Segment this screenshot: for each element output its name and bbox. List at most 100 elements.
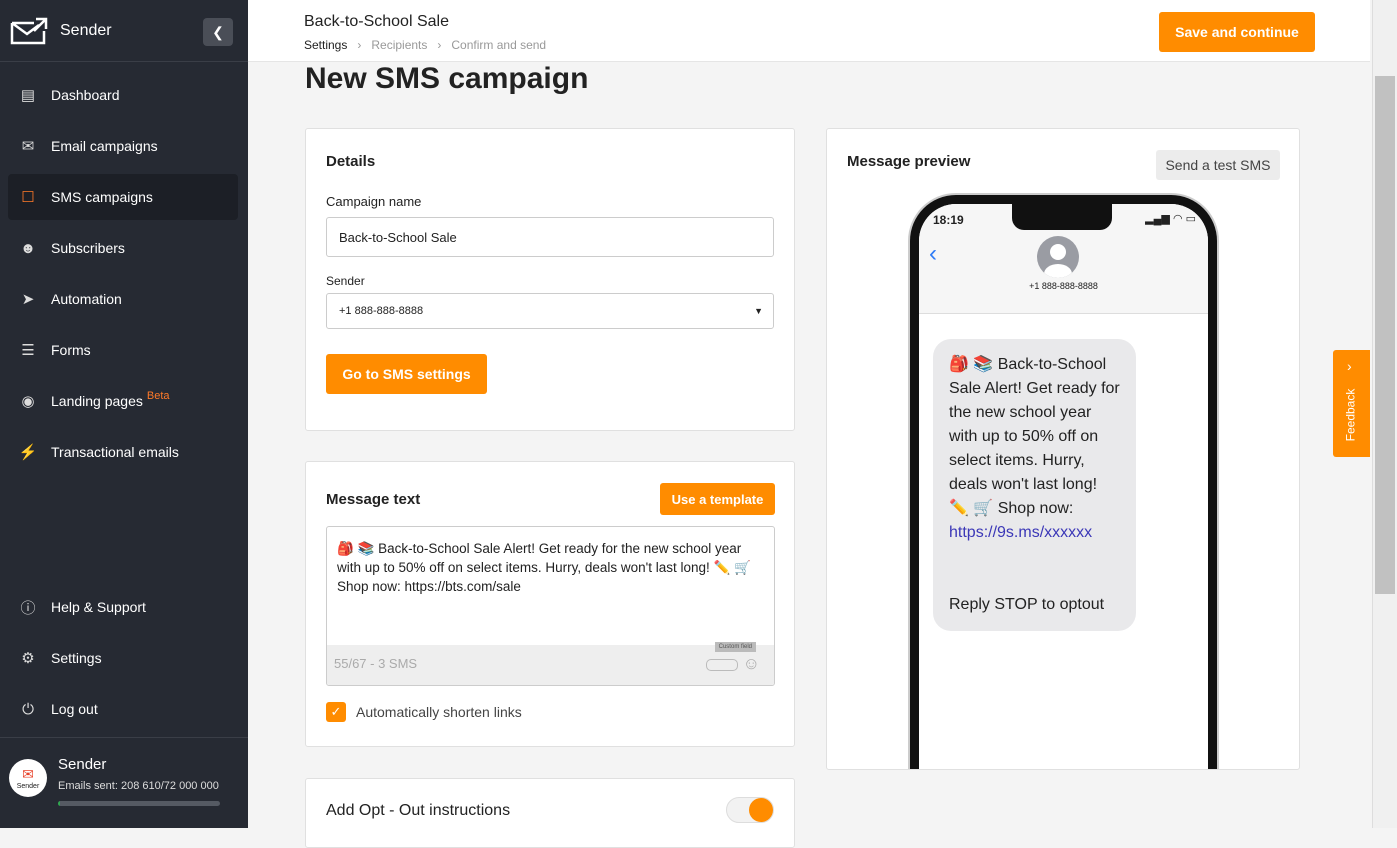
sidebar-item-log-out[interactable]: ⏻ Log out	[8, 686, 238, 732]
sidebar-item-label: SMS campaigns	[51, 189, 153, 205]
save-and-continue-button[interactable]: Save and continue	[1159, 12, 1315, 52]
sms-bubble: 🎒 📚 Back-to-School Sale Alert! Get ready…	[933, 339, 1136, 631]
avatar-label: Sender	[16, 783, 40, 790]
go-to-sms-settings-button[interactable]: Go to SMS settings	[326, 354, 487, 394]
breadcrumb: Settings › Recipients › Confirm and send	[304, 38, 546, 52]
sidebar-item-label: Automation	[51, 291, 122, 307]
sidebar-item-settings[interactable]: ⚙ Settings	[8, 635, 238, 681]
phone-header: 18:19 ▂▄▆ ◠ ▭ ‹ +1 888-888-8888	[919, 204, 1208, 314]
beta-badge: Beta	[146, 390, 170, 402]
chevron-left-icon: ❮	[212, 23, 224, 40]
message-text-card: Message text Use a template 🎒 📚 Back-to-…	[305, 461, 795, 747]
sender-label: Sender	[326, 274, 365, 288]
character-counter: 55/67 - 3 SMS	[334, 656, 418, 671]
sidebar: Sender ❮ ▤ Dashboard ✉ Email campaigns ☐ SM…	[0, 0, 248, 828]
sidebar-item-label: Dashboard	[51, 87, 120, 103]
phone-mockup: 18:19 ▂▄▆ ◠ ▭ ‹ +1 888-888-8888 🎒 📚 Back…	[910, 195, 1217, 769]
page-title: New SMS campaign	[305, 62, 589, 95]
brand-name: Sender	[60, 21, 112, 39]
preview-title: Message preview	[847, 153, 971, 170]
message-text[interactable]: 🎒 📚 Back-to-School Sale Alert! Get ready…	[327, 527, 774, 608]
sidebar-item-label: Email campaigns	[51, 138, 158, 154]
scrollbar-thumb[interactable]	[1375, 76, 1395, 594]
opt-out-card: Add Opt - Out instructions	[305, 778, 795, 848]
phone-time: 18:19	[933, 213, 964, 227]
shorten-links-label: Automatically shorten links	[356, 704, 522, 720]
monitor-icon: ▤	[20, 87, 36, 104]
contact-avatar-icon	[1037, 236, 1079, 278]
sidebar-item-forms[interactable]: ☰ Forms	[8, 327, 238, 373]
sender-value: +1 888-888-8888	[339, 305, 424, 317]
sms-optout: Reply STOP to optout	[949, 596, 1105, 613]
sidebar-item-label: Landing pages	[51, 393, 143, 409]
sidebar-item-subscribers[interactable]: ☻ Subscribers	[8, 225, 238, 271]
form-icon: ☰	[21, 342, 35, 359]
opt-out-title: Add Opt - Out instructions	[326, 802, 511, 819]
toggle-knob	[749, 798, 773, 822]
globe-icon: ◉	[21, 393, 35, 410]
breadcrumb-recipients[interactable]: Recipients	[371, 38, 427, 52]
sender-select[interactable]: +1 888-888-8888 ▼	[326, 293, 774, 329]
phone-notch	[1012, 204, 1112, 230]
envelope-icon: ✉	[21, 138, 35, 155]
sidebar-item-label: Help & Support	[51, 599, 146, 615]
shorten-links-checkbox[interactable]: ✓	[326, 702, 346, 722]
sms-link[interactable]: https://9s.ms/xxxxxx	[949, 524, 1092, 541]
sms-body: 🎒 📚 Back-to-School Sale Alert! Get ready…	[949, 356, 1120, 517]
collapse-sidebar-button[interactable]: ❮	[203, 18, 233, 46]
sidebar-item-sms-campaigns[interactable]: ☐ SMS campaigns	[8, 174, 238, 220]
sidebar-item-label: Subscribers	[51, 240, 125, 256]
sidebar-item-landing-pages[interactable]: ◉ Landing pages Beta	[8, 378, 238, 424]
custom-field-icon[interactable]	[706, 659, 738, 671]
caret-down-icon: ▼	[754, 306, 763, 316]
header: Back-to-School Sale Settings › Recipients…	[248, 0, 1370, 62]
sidebar-item-dashboard[interactable]: ▤ Dashboard	[8, 72, 238, 118]
breadcrumb-settings[interactable]: Settings	[304, 38, 347, 52]
avatar[interactable]: ✉ Sender	[9, 759, 47, 797]
back-chevron-icon[interactable]: ‹	[929, 240, 937, 268]
sender-logo-icon	[10, 17, 48, 44]
account-panel: ✉ Sender Sender Emails sent: 208 610/72 0…	[0, 737, 248, 828]
account-name: Sender	[58, 756, 107, 773]
campaign-name-label: Campaign name	[326, 194, 422, 209]
status-icons: ▂▄▆ ◠ ▭	[1145, 213, 1196, 225]
sidebar-item-automation[interactable]: ➤ Automation	[8, 276, 238, 322]
use-template-button[interactable]: Use a template	[660, 483, 775, 515]
sidebar-item-label: Forms	[51, 342, 91, 358]
gear-icon: ⚙	[21, 650, 35, 667]
scrollbar[interactable]	[1372, 0, 1397, 828]
checkmark-icon: ✓	[330, 704, 342, 719]
paper-plane-icon: ➤	[21, 291, 35, 308]
feedback-label: Feedback	[1343, 388, 1358, 442]
chat-icon: ☐	[21, 189, 35, 206]
emoji-icon[interactable]: ☺	[743, 654, 760, 674]
usage-progress-bar	[58, 801, 220, 806]
message-preview-card: Message preview Send a test SMS 18:19 ▂▄…	[826, 128, 1300, 770]
sidebar-item-label: Transactional emails	[51, 444, 179, 460]
message-textarea[interactable]: 🎒 📚 Back-to-School Sale Alert! Get ready…	[326, 526, 775, 686]
usage-progress-fill	[58, 801, 60, 806]
sidebar-item-help-support[interactable]: ⓘ Help & Support	[8, 584, 238, 630]
message-text-title: Message text	[326, 491, 421, 508]
emails-sent: Emails sent: 208 610/72 000 000	[58, 780, 219, 792]
contact-number: +1 888-888-8888	[1029, 281, 1098, 291]
campaign-name-input[interactable]: Back-to-School Sale	[326, 217, 774, 257]
info-icon: ⓘ	[20, 599, 36, 617]
chevron-right-icon: ›	[437, 38, 442, 52]
details-card: Details Campaign name Back-to-School Sal…	[305, 128, 795, 431]
chevron-right-icon: ›	[1347, 358, 1352, 374]
chevron-right-icon: ›	[357, 38, 362, 52]
opt-out-toggle[interactable]	[726, 797, 774, 823]
message-footer: 55/67 - 3 SMS Custom field ☺	[327, 642, 774, 685]
send-test-sms-button[interactable]: Send a test SMS	[1156, 150, 1280, 180]
sidebar-item-email-campaigns[interactable]: ✉ Email campaigns	[8, 123, 238, 169]
sidebar-item-transactional-emails[interactable]: ⚡ Transactional emails	[8, 429, 238, 475]
feedback-tab[interactable]: › Feedback	[1333, 350, 1370, 457]
bolt-icon: ⚡	[18, 444, 38, 461]
sender-logo-icon: ✉	[22, 766, 34, 782]
custom-field-tooltip: Custom field	[714, 642, 756, 652]
breadcrumb-confirm[interactable]: Confirm and send	[451, 38, 546, 52]
sidebar-item-label: Settings	[51, 650, 102, 666]
details-title: Details	[326, 153, 376, 170]
sidebar-item-label: Log out	[51, 701, 98, 717]
